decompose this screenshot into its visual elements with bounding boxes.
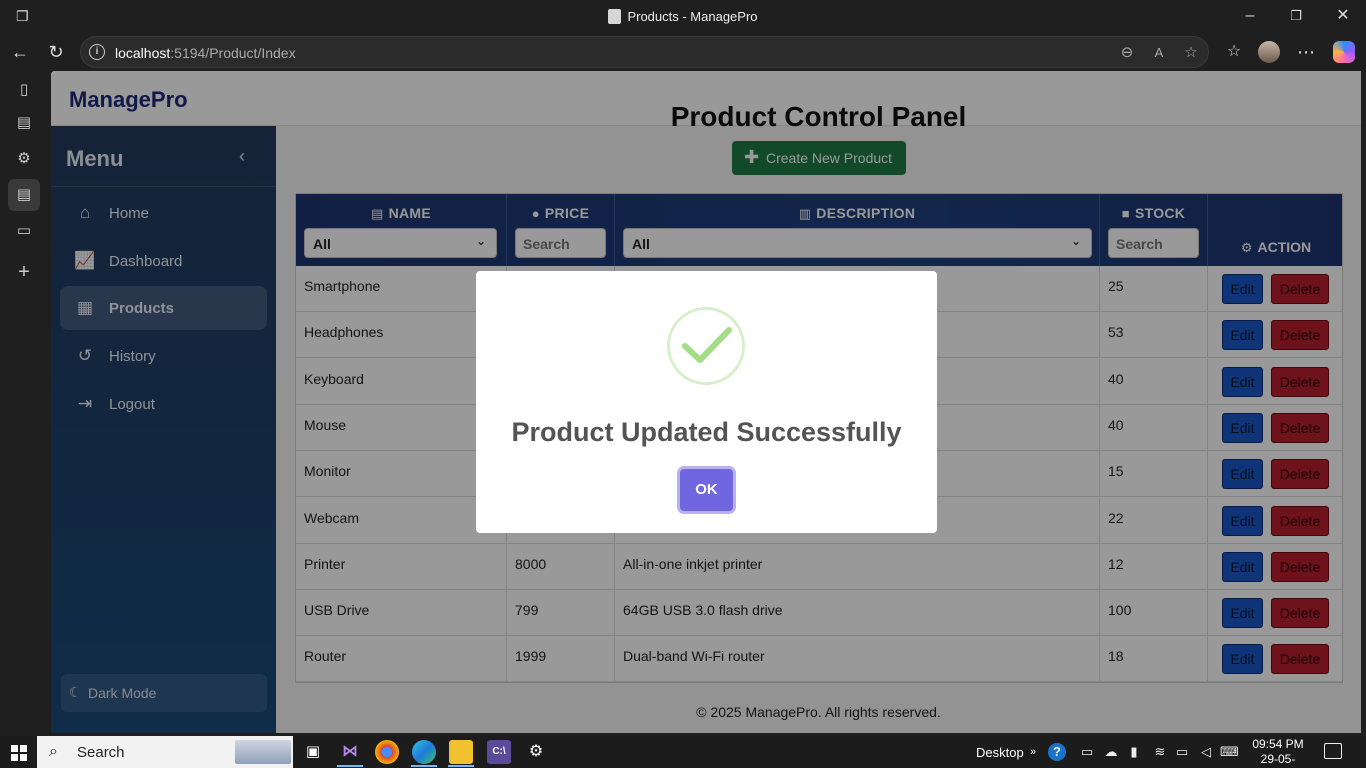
search-highlight-image xyxy=(235,740,291,764)
tab-briefcase-icon[interactable]: ▭ xyxy=(13,220,35,242)
success-check-icon xyxy=(667,307,745,385)
chevron-double-right-icon[interactable]: » xyxy=(1024,743,1042,761)
terminal-icon[interactable]: C:\ xyxy=(487,740,511,764)
search-icon: ⌕ xyxy=(49,743,58,760)
refresh-icon[interactable]: ↻ xyxy=(45,41,67,63)
battery-icon[interactable]: ▭ xyxy=(1173,743,1191,761)
favorite-star-icon[interactable]: ☆ xyxy=(1181,43,1201,63)
new-tab-icon[interactable]: + xyxy=(13,261,35,283)
page-favicon xyxy=(608,9,622,24)
taskbar-search-label: Search xyxy=(77,744,125,761)
close-icon[interactable]: ✕ xyxy=(1333,6,1353,26)
tab-products-icon[interactable]: ▤ xyxy=(8,179,40,211)
site-info-icon[interactable]: i xyxy=(89,44,105,60)
tray-app-icon[interactable]: ▮ xyxy=(1125,743,1143,761)
ok-button[interactable]: OK xyxy=(680,469,733,511)
file-explorer-icon[interactable] xyxy=(449,740,473,764)
clock-date: 29-05-2025 xyxy=(1260,752,1296,768)
minimize-icon[interactable]: – xyxy=(1240,6,1260,26)
chrome-icon[interactable] xyxy=(375,740,399,764)
restore-icon[interactable]: ❐ xyxy=(1286,6,1306,26)
copilot-icon[interactable] xyxy=(1333,41,1355,63)
tab-page-icon[interactable]: ▤ xyxy=(13,112,35,134)
windows-start-icon[interactable] xyxy=(11,745,27,761)
settings-icon[interactable]: ⚙ xyxy=(524,740,548,764)
volume-icon[interactable]: ◁ xyxy=(1197,743,1215,761)
back-icon[interactable]: ← xyxy=(9,41,31,63)
taskbar-search[interactable]: ⌕ Search xyxy=(37,736,293,768)
address-bar[interactable]: i localhost:5194/Product/Index ⊖ A ☆ xyxy=(80,36,1209,68)
tray-language-icon[interactable]: ⌨ xyxy=(1220,743,1239,761)
window-title-text: Products - ManagePro xyxy=(627,9,758,24)
tab-actions-icon[interactable]: ▯ xyxy=(13,79,35,101)
task-view-icon[interactable]: ▣ xyxy=(301,740,325,764)
url-text[interactable]: localhost:5194/Product/Index xyxy=(115,45,296,61)
wifi-icon[interactable]: ≋ xyxy=(1151,743,1169,761)
more-options-icon[interactable]: ⋯ xyxy=(1295,41,1317,63)
success-dialog: Product Updated Successfully OK xyxy=(476,271,937,533)
dialog-title: Product Updated Successfully xyxy=(511,417,902,447)
notification-icon[interactable] xyxy=(1324,743,1342,759)
browser-side-tabs: ▯ ▤ ⚙ ▤ ▭ + xyxy=(0,71,51,736)
desktop-toolbar-label[interactable]: Desktop xyxy=(976,745,1024,760)
taskbar-clock[interactable]: 09:54 PM 29-05-2025 xyxy=(1248,737,1308,768)
tray-cloud-icon[interactable]: ☁ xyxy=(1102,743,1120,761)
edge-icon[interactable] xyxy=(412,740,436,764)
browser-title-bar: ❐ Products - ManagePro – ❐ ✕ xyxy=(0,0,1366,33)
tab-settings-icon[interactable]: ⚙ xyxy=(13,148,35,170)
zoom-icon[interactable]: ⊖ xyxy=(1117,43,1137,63)
favorites-icon[interactable]: ☆ xyxy=(1223,41,1245,63)
browser-toolbar: ← ↻ i localhost:5194/Product/Index ⊖ A ☆… xyxy=(0,33,1366,71)
taskbar: ⌕ Search ▣ ⋈ C:\ ⚙ Desktop » ? ▭ ☁ ▮ ≋ ▭… xyxy=(0,736,1366,768)
profile-avatar[interactable] xyxy=(1258,41,1280,63)
read-aloud-icon[interactable]: A xyxy=(1149,43,1169,63)
clock-time: 09:54 PM xyxy=(1252,737,1304,751)
help-icon[interactable]: ? xyxy=(1048,743,1066,761)
tray-device-icon[interactable]: ▭ xyxy=(1078,743,1096,761)
visual-studio-icon[interactable]: ⋈ xyxy=(338,740,362,764)
window-title: Products - ManagePro xyxy=(0,9,1366,24)
